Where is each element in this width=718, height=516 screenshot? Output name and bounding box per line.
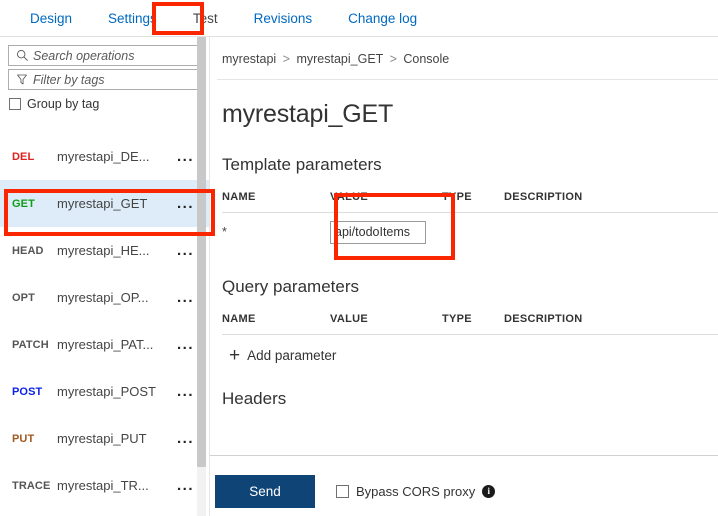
method-badge-del: DEL: [12, 150, 35, 163]
action-bar-divider: [210, 455, 718, 456]
template-parameters-header-row: NAME VALUE TYPE DESCRIPTION: [222, 191, 718, 213]
sidebar-filters: Search operations Filter by tags: [0, 45, 210, 90]
info-icon[interactable]: i: [482, 485, 496, 498]
query-parameters-table: NAME VALUE TYPE DESCRIPTION: [217, 313, 718, 335]
bypass-cors-proxy-label: Bypass CORS proxy: [356, 484, 476, 499]
operations-sidebar: Search operations Filter by tags Group b…: [0, 37, 210, 516]
headers-heading: Headers: [222, 389, 287, 408]
table-row: *: [222, 213, 718, 251]
method-badge-patch: PATCH: [12, 338, 49, 351]
tab-test[interactable]: Test: [175, 1, 236, 37]
method-badge-opt: OPT: [12, 291, 35, 304]
query-column-header-description: DESCRIPTION: [504, 313, 583, 325]
template-parameters-heading: Template parameters: [222, 155, 382, 174]
method-badge-head: HEAD: [12, 244, 44, 257]
breadcrumb-middle[interactable]: myrestapi_GET: [296, 52, 383, 66]
operation-name-head: myrestapi_HE...: [57, 243, 150, 258]
method-badge-post: POST: [12, 385, 43, 398]
breadcrumb-root[interactable]: myrestapi: [222, 52, 276, 66]
method-badge-put: PUT: [12, 432, 35, 445]
plus-icon: +: [229, 344, 241, 366]
column-header-type: TYPE: [442, 191, 472, 203]
operation-name-put: myrestapi_PUT: [57, 431, 147, 446]
parameter-name: *: [222, 225, 227, 239]
operation-name-patch: myrestapi_PAT...: [57, 337, 154, 352]
tab-bar: Design Settings Test Revisions Change lo…: [0, 0, 718, 37]
search-input[interactable]: Search operations: [8, 45, 202, 66]
search-icon: [14, 49, 30, 63]
operation-name-trace: myrestapi_TR...: [57, 478, 149, 493]
breadcrumb: myrestapi > myrestapi_GET > Console: [217, 37, 718, 66]
group-by-tag-label: Group by tag: [27, 97, 100, 111]
method-badge-trace: TRACE: [12, 479, 51, 492]
filter-by-tags-input[interactable]: Filter by tags: [8, 69, 202, 90]
operation-name-opt: myrestapi_OP...: [57, 290, 149, 305]
tab-settings[interactable]: Settings: [90, 1, 175, 37]
breadcrumb-separator-2: >: [389, 52, 397, 66]
sidebar-operation-post[interactable]: POST myrestapi_POST ...: [0, 368, 210, 415]
operation-name-get: myrestapi_GET: [57, 196, 148, 211]
action-bar: Send Bypass CORS proxy i: [215, 475, 496, 508]
tab-change-log[interactable]: Change log: [330, 1, 435, 37]
filter-icon: [14, 73, 30, 87]
method-badge-get: GET: [12, 197, 35, 210]
column-header-description: DESCRIPTION: [504, 191, 583, 203]
group-by-tag-box[interactable]: [9, 98, 21, 110]
bypass-cors-proxy-box[interactable]: [336, 485, 349, 498]
breadcrumb-separator-1: >: [282, 52, 290, 66]
filter-placeholder: Filter by tags: [33, 72, 105, 87]
sidebar-operation-put[interactable]: PUT myrestapi_PUT ...: [0, 415, 210, 462]
sidebar-operation-del[interactable]: DEL myrestapi_DE... ...: [0, 133, 210, 180]
sidebar-operation-get[interactable]: GET myrestapi_GET ...: [0, 180, 210, 227]
sidebar-operation-trace[interactable]: TRACE myrestapi_TR... ...: [0, 462, 210, 509]
operations-list: DEL myrestapi_DE... ... GET myrestapi_GE…: [0, 133, 210, 509]
search-placeholder: Search operations: [33, 48, 135, 63]
send-button[interactable]: Send: [215, 475, 315, 508]
column-header-value: VALUE: [330, 191, 368, 203]
sidebar-scrollbar[interactable]: [197, 37, 206, 516]
sidebar-operation-opt[interactable]: OPT myrestapi_OP... ...: [0, 274, 210, 321]
bypass-cors-proxy-checkbox[interactable]: Bypass CORS proxy i: [336, 484, 496, 499]
tab-design[interactable]: Design: [12, 1, 90, 37]
column-header-name: NAME: [222, 191, 256, 203]
query-column-header-name: NAME: [222, 313, 256, 325]
console-panel: myrestapi > myrestapi_GET > Console myre…: [210, 37, 718, 516]
tab-revisions[interactable]: Revisions: [236, 1, 331, 37]
content-area: Search operations Filter by tags Group b…: [0, 37, 718, 516]
operation-name-del: myrestapi_DE...: [57, 149, 150, 164]
sidebar-operation-patch[interactable]: PATCH myrestapi_PAT... ...: [0, 321, 210, 368]
sidebar-scrollbar-thumb[interactable]: [197, 37, 206, 467]
query-column-header-type: TYPE: [442, 313, 472, 325]
add-parameter-label: Add parameter: [247, 348, 337, 363]
template-parameter-value-input[interactable]: [330, 220, 426, 244]
query-parameters-header-row: NAME VALUE TYPE DESCRIPTION: [222, 313, 718, 335]
page-title: myrestapi_GET: [222, 100, 394, 128]
breadcrumb-leaf: Console: [403, 52, 450, 66]
parameter-value-cell: [330, 220, 442, 244]
query-parameters-heading: Query parameters: [222, 277, 359, 296]
operation-name-post: myrestapi_POST: [57, 384, 156, 399]
query-column-header-value: VALUE: [330, 313, 368, 325]
sidebar-operation-head[interactable]: HEAD myrestapi_HE... ...: [0, 227, 210, 274]
add-parameter-button[interactable]: + Add parameter: [217, 344, 718, 366]
group-by-tag-checkbox[interactable]: Group by tag: [0, 93, 210, 111]
template-parameters-table: NAME VALUE TYPE DESCRIPTION *: [217, 191, 718, 251]
